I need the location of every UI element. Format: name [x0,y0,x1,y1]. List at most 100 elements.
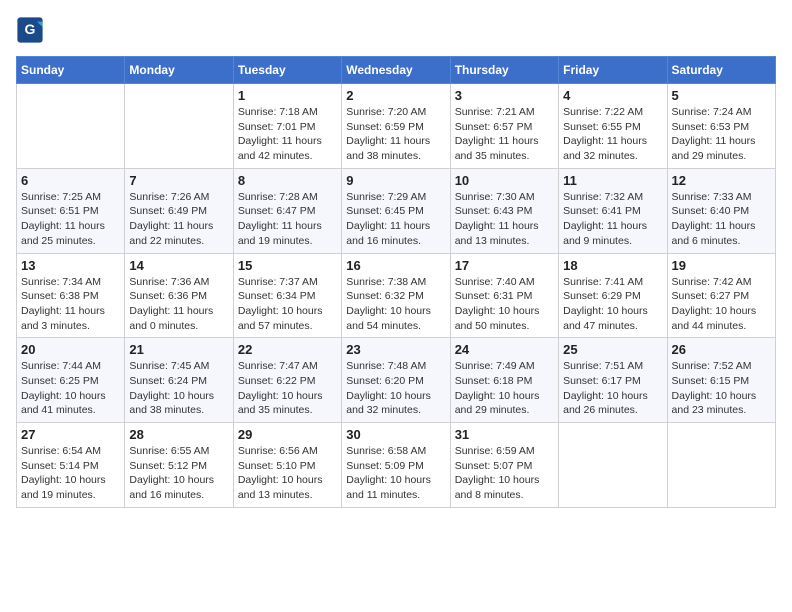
page-header: G [16,16,776,44]
day-number: 19 [672,258,771,273]
day-info: Sunrise: 7:29 AM Sunset: 6:45 PM Dayligh… [346,190,445,249]
day-number: 24 [455,342,554,357]
day-info: Sunrise: 7:24 AM Sunset: 6:53 PM Dayligh… [672,105,771,164]
calendar-cell [17,84,125,169]
day-info: Sunrise: 7:40 AM Sunset: 6:31 PM Dayligh… [455,275,554,334]
calendar-cell: 18Sunrise: 7:41 AM Sunset: 6:29 PM Dayli… [559,253,667,338]
day-info: Sunrise: 7:47 AM Sunset: 6:22 PM Dayligh… [238,359,337,418]
calendar-cell: 25 Sunrise: 7:51 AM Sunset: 6:17 PM Dayli… [559,338,667,423]
calendar-week-row: 6Sunrise: 7:25 AM Sunset: 6:51 PM Daylig… [17,168,776,253]
day-info: Sunrise: 7:33 AM Sunset: 6:40 PM Dayligh… [672,190,771,249]
day-number: 8 [238,173,337,188]
calendar-cell: 20Sunrise: 7:44 AM Sunset: 6:25 PM Dayli… [17,338,125,423]
day-number: 4 [563,88,662,103]
day-number: 3 [455,88,554,103]
day-number: 11 [563,173,662,188]
day-info: Sunrise: 7:28 AM Sunset: 6:47 PM Dayligh… [238,190,337,249]
day-number: 22 [238,342,337,357]
calendar-cell: 12 Sunrise: 7:33 AM Sunset: 6:40 PM Dayli… [667,168,775,253]
calendar-table: SundayMondayTuesdayWednesdayThursdayFrid… [16,56,776,508]
day-info: Sunrise: 6:55 AM Sunset: 5:12 PM Dayligh… [129,444,228,503]
calendar-cell [667,423,775,508]
calendar-cell: 13 Sunrise: 7:34 AM Sunset: 6:38 PM Dayli… [17,253,125,338]
day-info: Sunrise: 7:34 AM Sunset: 6:38 PM Dayligh… [21,275,120,334]
calendar-cell: 11 Sunrise: 7:32 AM Sunset: 6:41 PM Dayli… [559,168,667,253]
calendar-cell: 23Sunrise: 7:48 AM Sunset: 6:20 PM Dayli… [342,338,450,423]
day-info: Sunrise: 7:32 AM Sunset: 6:41 PM Dayligh… [563,190,662,249]
day-number: 20 [21,342,120,357]
day-number: 12 [672,173,771,188]
day-info: Sunrise: 7:22 AM Sunset: 6:55 PM Dayligh… [563,105,662,164]
day-info: Sunrise: 7:52 AM Sunset: 6:15 PM Dayligh… [672,359,771,418]
day-number: 18 [563,258,662,273]
calendar-week-row: 27Sunrise: 6:54 AM Sunset: 5:14 PM Dayli… [17,423,776,508]
day-number: 17 [455,258,554,273]
calendar-cell: 15 Sunrise: 7:37 AM Sunset: 6:34 PM Dayli… [233,253,341,338]
day-info: Sunrise: 7:36 AM Sunset: 6:36 PM Dayligh… [129,275,228,334]
day-number: 31 [455,427,554,442]
calendar-cell: 8 Sunrise: 7:28 AM Sunset: 6:47 PM Daylig… [233,168,341,253]
col-header-sunday: Sunday [17,57,125,84]
day-number: 10 [455,173,554,188]
calendar-cell: 29Sunrise: 6:56 AM Sunset: 5:10 PM Dayli… [233,423,341,508]
logo-icon: G [16,16,44,44]
day-number: 26 [672,342,771,357]
day-number: 7 [129,173,228,188]
calendar-cell: 9 Sunrise: 7:29 AM Sunset: 6:45 PM Daylig… [342,168,450,253]
calendar-cell: 7 Sunrise: 7:26 AM Sunset: 6:49 PM Daylig… [125,168,233,253]
day-number: 13 [21,258,120,273]
day-info: Sunrise: 7:20 AM Sunset: 6:59 PM Dayligh… [346,105,445,164]
col-header-friday: Friday [559,57,667,84]
calendar-cell: 1 Sunrise: 7:18 AM Sunset: 7:01 PM Daylig… [233,84,341,169]
day-info: Sunrise: 7:25 AM Sunset: 6:51 PM Dayligh… [21,190,120,249]
calendar-week-row: 20Sunrise: 7:44 AM Sunset: 6:25 PM Dayli… [17,338,776,423]
day-info: Sunrise: 6:59 AM Sunset: 5:07 PM Dayligh… [455,444,554,503]
calendar-cell: 10 Sunrise: 7:30 AM Sunset: 6:43 PM Dayli… [450,168,558,253]
calendar-header-row: SundayMondayTuesdayWednesdayThursdayFrid… [17,57,776,84]
day-number: 1 [238,88,337,103]
calendar-cell: 27Sunrise: 6:54 AM Sunset: 5:14 PM Dayli… [17,423,125,508]
day-number: 25 [563,342,662,357]
day-number: 16 [346,258,445,273]
calendar-cell: 24Sunrise: 7:49 AM Sunset: 6:18 PM Dayli… [450,338,558,423]
col-header-wednesday: Wednesday [342,57,450,84]
day-info: Sunrise: 7:37 AM Sunset: 6:34 PM Dayligh… [238,275,337,334]
day-number: 28 [129,427,228,442]
day-info: Sunrise: 7:30 AM Sunset: 6:43 PM Dayligh… [455,190,554,249]
calendar-cell: 28 Sunrise: 6:55 AM Sunset: 5:12 PM Dayli… [125,423,233,508]
calendar-cell: 3 Sunrise: 7:21 AM Sunset: 6:57 PM Daylig… [450,84,558,169]
day-info: Sunrise: 7:45 AM Sunset: 6:24 PM Dayligh… [129,359,228,418]
svg-text:G: G [25,21,36,37]
day-info: Sunrise: 6:58 AM Sunset: 5:09 PM Dayligh… [346,444,445,503]
calendar-cell: 21Sunrise: 7:45 AM Sunset: 6:24 PM Dayli… [125,338,233,423]
calendar-cell: 6Sunrise: 7:25 AM Sunset: 6:51 PM Daylig… [17,168,125,253]
col-header-thursday: Thursday [450,57,558,84]
day-info: Sunrise: 7:21 AM Sunset: 6:57 PM Dayligh… [455,105,554,164]
day-info: Sunrise: 7:18 AM Sunset: 7:01 PM Dayligh… [238,105,337,164]
calendar-cell: 14 Sunrise: 7:36 AM Sunset: 6:36 PM Dayli… [125,253,233,338]
col-header-saturday: Saturday [667,57,775,84]
day-info: Sunrise: 6:56 AM Sunset: 5:10 PM Dayligh… [238,444,337,503]
calendar-cell: 30Sunrise: 6:58 AM Sunset: 5:09 PM Dayli… [342,423,450,508]
day-info: Sunrise: 7:42 AM Sunset: 6:27 PM Dayligh… [672,275,771,334]
day-info: Sunrise: 7:26 AM Sunset: 6:49 PM Dayligh… [129,190,228,249]
calendar-cell: 16Sunrise: 7:38 AM Sunset: 6:32 PM Dayli… [342,253,450,338]
logo: G [16,16,48,44]
calendar-week-row: 13 Sunrise: 7:34 AM Sunset: 6:38 PM Dayli… [17,253,776,338]
day-number: 2 [346,88,445,103]
calendar-cell: 26 Sunrise: 7:52 AM Sunset: 6:15 PM Dayli… [667,338,775,423]
calendar-cell [125,84,233,169]
day-info: Sunrise: 7:48 AM Sunset: 6:20 PM Dayligh… [346,359,445,418]
day-number: 9 [346,173,445,188]
calendar-cell: 2 Sunrise: 7:20 AM Sunset: 6:59 PM Daylig… [342,84,450,169]
calendar-cell: 19 Sunrise: 7:42 AM Sunset: 6:27 PM Dayli… [667,253,775,338]
calendar-cell: 22 Sunrise: 7:47 AM Sunset: 6:22 PM Dayli… [233,338,341,423]
day-number: 27 [21,427,120,442]
day-info: Sunrise: 7:51 AM Sunset: 6:17 PM Dayligh… [563,359,662,418]
calendar-cell: 4 Sunrise: 7:22 AM Sunset: 6:55 PM Daylig… [559,84,667,169]
col-header-monday: Monday [125,57,233,84]
col-header-tuesday: Tuesday [233,57,341,84]
day-number: 14 [129,258,228,273]
day-number: 15 [238,258,337,273]
day-number: 5 [672,88,771,103]
